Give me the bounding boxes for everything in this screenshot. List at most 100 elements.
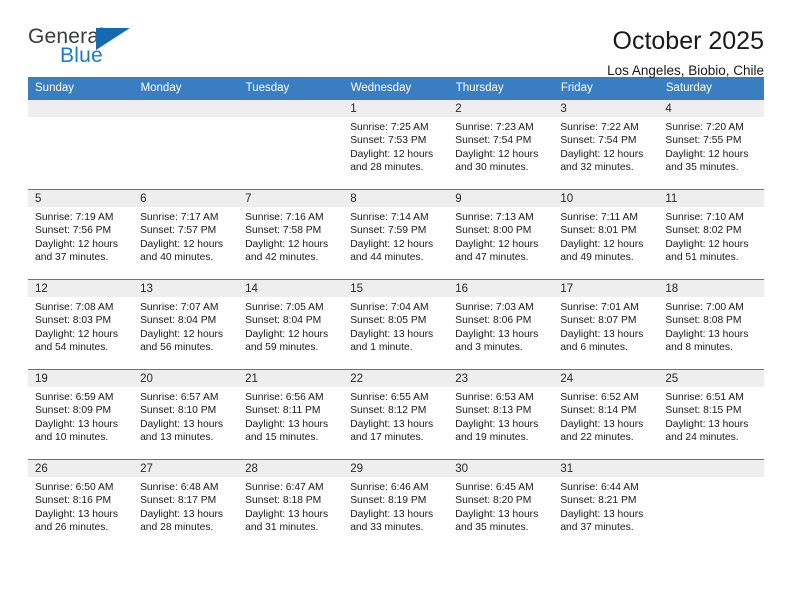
calendar-day-cell[interactable]: 8 Sunrise: 7:14 AM Sunset: 7:59 PM Daylight… [343, 189, 449, 280]
day-details: Sunrise: 7:04 AM Sunset: 8:05 PM Daylight:… [343, 297, 448, 355]
day-details [28, 117, 133, 121]
sunrise-time: Sunrise: 7:22 AM [560, 122, 639, 133]
page-title: October 2025 [612, 27, 765, 55]
daylight-duration-line1: Daylight: 13 hours [350, 418, 434, 430]
day-number: 6 [140, 193, 147, 205]
calendar-day-cell[interactable]: 19 Sunrise: 6:59 AM Sunset: 8:09 PM Dayligh… [28, 369, 134, 460]
sunset-time: Sunset: 8:04 PM [140, 315, 217, 327]
calendar-day-cell[interactable]: 2 Sunrise: 7:23 AM Sunset: 7:54 PM Daylight… [448, 99, 554, 190]
day-number: 4 [665, 103, 672, 115]
daylight-duration-line2: and 26 minutes. [35, 522, 109, 534]
calendar-day-cell[interactable]: 13 Sunrise: 7:07 AM Sunset: 8:04 PM Dayligh… [133, 279, 239, 370]
day-details: Sunrise: 7:03 AM Sunset: 8:06 PM Daylight:… [448, 297, 553, 355]
day-cell-inner: 24 Sunrise: 6:52 AM Sunset: 8:14 PM Dayligh… [553, 370, 659, 459]
day-number: 10 [560, 193, 574, 205]
sunrise-time: Sunrise: 6:45 AM [455, 482, 534, 493]
calendar-day-cell[interactable]: 28 Sunrise: 6:47 AM Sunset: 8:18 PM Dayligh… [238, 459, 344, 549]
brand-logo[interactable]: General Blue [28, 26, 148, 74]
daylight-duration-line1: Daylight: 12 hours [140, 328, 224, 340]
calendar-day-cell[interactable]: 12 Sunrise: 7:08 AM Sunset: 8:03 PM Dayligh… [28, 279, 134, 370]
day-details: Sunrise: 7:17 AM Sunset: 7:57 PM Daylight:… [133, 207, 238, 265]
calendar-day-cell[interactable]: 29 Sunrise: 6:46 AM Sunset: 8:19 PM Dayligh… [343, 459, 449, 549]
sunrise-time: Sunrise: 7:05 AM [245, 302, 324, 313]
sunrise-time: Sunrise: 7:19 AM [35, 212, 114, 223]
daylight-duration-line1: Daylight: 13 hours [560, 328, 644, 340]
calendar-day-cell[interactable]: 25 Sunrise: 6:51 AM Sunset: 8:15 PM Dayligh… [658, 369, 764, 460]
calendar-day-cell[interactable]: 30 Sunrise: 6:45 AM Sunset: 8:20 PM Dayligh… [448, 459, 554, 549]
calendar-body: 1 Sunrise: 7:25 AM Sunset: 7:53 PM Daylight… [28, 99, 764, 549]
day-details: Sunrise: 7:19 AM Sunset: 7:56 PM Daylight:… [28, 207, 133, 265]
day-details: Sunrise: 6:48 AM Sunset: 8:17 PM Daylight:… [133, 477, 238, 535]
calendar-day-cell[interactable]: 18 Sunrise: 7:00 AM Sunset: 8:08 PM Dayligh… [658, 279, 764, 370]
sunrise-time: Sunrise: 7:08 AM [35, 302, 114, 313]
sunrise-time: Sunrise: 7:14 AM [350, 212, 429, 223]
daylight-duration-line2: and 49 minutes. [560, 252, 634, 264]
calendar-day-cell[interactable]: 16 Sunrise: 7:03 AM Sunset: 8:06 PM Dayligh… [448, 279, 554, 370]
calendar-day-cell[interactable]: 7 Sunrise: 7:16 AM Sunset: 7:58 PM Daylight… [238, 189, 344, 280]
daylight-duration-line1: Daylight: 13 hours [35, 508, 118, 520]
calendar-day-cell[interactable]: 5 Sunrise: 7:19 AM Sunset: 7:56 PM Daylight… [28, 189, 134, 280]
day-cell-inner: 11 Sunrise: 7:10 AM Sunset: 8:02 PM Dayligh… [658, 190, 764, 279]
calendar-day-cell[interactable]: 1 Sunrise: 7:25 AM Sunset: 7:53 PM Daylight… [343, 99, 449, 190]
calendar-day-cell[interactable]: 9 Sunrise: 7:13 AM Sunset: 8:00 PM Daylight… [448, 189, 554, 280]
sunset-time: Sunset: 7:58 PM [245, 225, 322, 237]
sunset-time: Sunset: 8:03 PM [35, 315, 112, 327]
day-cell-inner: 18 Sunrise: 7:00 AM Sunset: 8:08 PM Dayligh… [658, 280, 764, 369]
daylight-duration-line2: and 30 minutes. [455, 162, 529, 174]
day-cell-inner: 15 Sunrise: 7:04 AM Sunset: 8:05 PM Dayligh… [343, 280, 449, 369]
day-details: Sunrise: 6:57 AM Sunset: 8:10 PM Daylight:… [133, 387, 238, 445]
calendar-day-cell[interactable]: 23 Sunrise: 6:53 AM Sunset: 8:13 PM Dayligh… [448, 369, 554, 460]
sunset-time: Sunset: 8:11 PM [245, 405, 321, 417]
daylight-duration-line2: and 3 minutes. [455, 342, 523, 354]
calendar-day-cell[interactable]: 15 Sunrise: 7:04 AM Sunset: 8:05 PM Dayligh… [343, 279, 449, 370]
daylight-duration-line2: and 28 minutes. [140, 522, 214, 534]
calendar-day-cell[interactable]: 3 Sunrise: 7:22 AM Sunset: 7:54 PM Daylight… [553, 99, 659, 190]
calendar-week-row: 19 Sunrise: 6:59 AM Sunset: 8:09 PM Dayligh… [28, 369, 764, 460]
calendar-day-cell[interactable]: 17 Sunrise: 7:01 AM Sunset: 8:07 PM Dayligh… [553, 279, 659, 370]
day-cell-inner: 16 Sunrise: 7:03 AM Sunset: 8:06 PM Dayligh… [448, 280, 554, 369]
calendar-day-cell[interactable]: 22 Sunrise: 6:55 AM Sunset: 8:12 PM Dayligh… [343, 369, 449, 460]
calendar-day-cell[interactable]: 31 Sunrise: 6:44 AM Sunset: 8:21 PM Dayligh… [553, 459, 659, 549]
day-number [28, 100, 133, 117]
sunrise-time: Sunrise: 6:52 AM [560, 392, 639, 403]
daylight-duration-line2: and 47 minutes. [455, 252, 529, 264]
calendar-day-cell[interactable]: 14 Sunrise: 7:05 AM Sunset: 8:04 PM Dayligh… [238, 279, 344, 370]
sunset-time: Sunset: 8:14 PM [560, 405, 637, 417]
daylight-duration-line1: Daylight: 13 hours [455, 328, 539, 340]
daylight-duration-line1: Daylight: 13 hours [560, 418, 644, 430]
day-number: 8 [350, 193, 357, 205]
sunset-time: Sunset: 7:56 PM [35, 225, 112, 237]
daylight-duration-line2: and 44 minutes. [350, 252, 424, 264]
weekday-header-tuesday: Tuesday [238, 77, 344, 100]
day-details: Sunrise: 6:56 AM Sunset: 8:11 PM Daylight:… [238, 387, 343, 445]
day-cell-inner: 1 Sunrise: 7:25 AM Sunset: 7:53 PM Daylight… [343, 100, 449, 189]
day-details: Sunrise: 6:47 AM Sunset: 8:18 PM Daylight:… [238, 477, 343, 535]
sunset-time: Sunset: 8:06 PM [455, 315, 532, 327]
calendar-day-cell[interactable]: 21 Sunrise: 6:56 AM Sunset: 8:11 PM Dayligh… [238, 369, 344, 460]
day-cell-inner: 6 Sunrise: 7:17 AM Sunset: 7:57 PM Daylight… [133, 190, 239, 279]
calendar-day-cell[interactable]: 11 Sunrise: 7:10 AM Sunset: 8:02 PM Dayligh… [658, 189, 764, 280]
day-cell-inner: 22 Sunrise: 6:55 AM Sunset: 8:12 PM Dayligh… [343, 370, 449, 459]
daylight-duration-line2: and 35 minutes. [455, 522, 529, 534]
day-details: Sunrise: 7:07 AM Sunset: 8:04 PM Daylight:… [133, 297, 238, 355]
daylight-duration-line2: and 10 minutes. [35, 432, 109, 444]
calendar-day-cell[interactable]: 24 Sunrise: 6:52 AM Sunset: 8:14 PM Dayligh… [553, 369, 659, 460]
daylight-duration-line1: Daylight: 12 hours [455, 148, 539, 160]
calendar-day-cell[interactable]: 4 Sunrise: 7:20 AM Sunset: 7:55 PM Daylight… [658, 99, 764, 190]
day-cell-inner: 17 Sunrise: 7:01 AM Sunset: 8:07 PM Dayligh… [553, 280, 659, 369]
day-details [658, 477, 763, 481]
calendar-day-cell[interactable]: 26 Sunrise: 6:50 AM Sunset: 8:16 PM Dayligh… [28, 459, 134, 549]
calendar-day-cell[interactable]: 10 Sunrise: 7:11 AM Sunset: 8:01 PM Dayligh… [553, 189, 659, 280]
day-cell-inner: 26 Sunrise: 6:50 AM Sunset: 8:16 PM Dayligh… [28, 460, 134, 549]
sunset-time: Sunset: 8:19 PM [350, 495, 427, 507]
calendar-day-cell[interactable]: 20 Sunrise: 6:57 AM Sunset: 8:10 PM Dayligh… [133, 369, 239, 460]
calendar-day-cell[interactable]: 27 Sunrise: 6:48 AM Sunset: 8:17 PM Dayligh… [133, 459, 239, 549]
daylight-duration-line2: and 31 minutes. [245, 522, 319, 534]
sunrise-time: Sunrise: 7:07 AM [140, 302, 219, 313]
day-number: 2 [455, 103, 462, 115]
calendar-week-row: 12 Sunrise: 7:08 AM Sunset: 8:03 PM Dayligh… [28, 279, 764, 370]
day-cell-inner: 25 Sunrise: 6:51 AM Sunset: 8:15 PM Dayligh… [658, 370, 764, 459]
sunrise-time: Sunrise: 6:55 AM [350, 392, 429, 403]
calendar-day-cell[interactable]: 6 Sunrise: 7:17 AM Sunset: 7:57 PM Daylight… [133, 189, 239, 280]
sunset-time: Sunset: 8:00 PM [455, 225, 532, 237]
